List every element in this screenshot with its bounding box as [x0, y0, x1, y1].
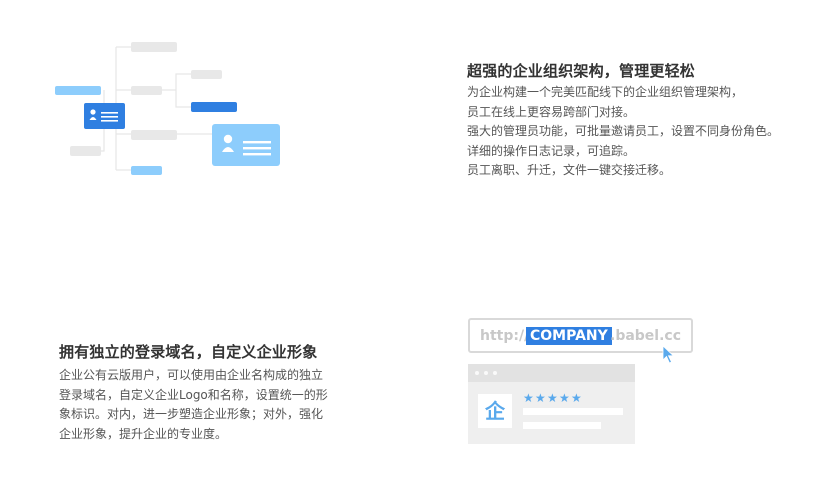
url-prefix: http:// [480, 328, 530, 344]
org-section-description: 为企业构建一个完美匹配线下的企业组织管理架构， 员工在线上更容易跨部门对接。 强… [467, 83, 779, 181]
person-card-icon [84, 103, 125, 129]
person-icon [222, 134, 271, 156]
org-node-root [55, 86, 101, 95]
domain-description-line: 登录域名，自定义企业Logo和名称，设置统一的形 [59, 387, 328, 402]
domain-url-field: http:// COMPANY .babel.cc [468, 318, 693, 353]
org-description-line: 员工离职、升迁，文件一键交接迁移。 [467, 163, 672, 177]
star-icon: ★ [523, 391, 534, 405]
org-description-line: 详细的操作日志记录，可追踪。 [467, 143, 636, 158]
feature-page: 超强的企业组织架构，管理更轻松 为企业构建一个完美匹配线下的企业组织管理架构， … [0, 0, 828, 485]
domain-description-line: 企业公有云版用户，可以使用由企业名构成的独立 [59, 368, 324, 382]
url-company-highlight: COMPANY [526, 327, 612, 345]
text-placeholder-line [523, 422, 601, 429]
org-section-title: 超强的企业组织架构，管理更轻松 [467, 62, 696, 80]
window-titlebar [468, 364, 635, 382]
org-node-placeholder [131, 42, 177, 52]
branded-window-illustration: 企 ★ ★ ★ ★ ★ [468, 364, 635, 444]
star-icon: ★ [547, 391, 558, 405]
domain-section-title: 拥有独立的登录域名，自定义企业形象 [59, 343, 318, 361]
org-node-placeholder [131, 86, 162, 95]
domain-section-description: 企业公有云版用户，可以使用由企业名构成的独立 登录域名，自定义企业Logo和名称… [59, 366, 328, 444]
url-suffix: .babel.cc [610, 328, 682, 344]
org-chart-illustration [0, 0, 300, 190]
org-description-line: 员工在线上更容易跨部门对接。 [467, 104, 636, 119]
org-node-placeholder [191, 70, 222, 79]
text-placeholder-line [523, 408, 623, 415]
window-dot-icon [493, 371, 497, 375]
star-icon: ★ [535, 391, 546, 405]
domain-description-line: 象标识。对内，进一步塑造企业形象；对外，强化 [59, 407, 324, 421]
window-dot-icon [475, 371, 479, 375]
org-node-leaf [131, 166, 162, 175]
domain-description-line: 企业形象，提升企业的专业度。 [59, 426, 228, 441]
star-icon: ★ [559, 391, 570, 405]
window-dot-icon [484, 371, 488, 375]
cursor-arrow-icon [662, 345, 675, 364]
star-icon: ★ [571, 391, 582, 405]
org-node-placeholder [131, 130, 177, 140]
person-icon [89, 109, 118, 122]
org-description-line: 为企业构建一个完美匹配线下的企业组织管理架构， [467, 85, 744, 99]
person-card-icon [212, 124, 280, 166]
org-node-placeholder [70, 146, 101, 156]
enterprise-logo-icon: 企 [478, 394, 512, 428]
org-node-highlight [191, 102, 237, 112]
org-description-line: 强大的管理员功能，可批量邀请员工，设置不同身份角色。 [467, 124, 780, 138]
